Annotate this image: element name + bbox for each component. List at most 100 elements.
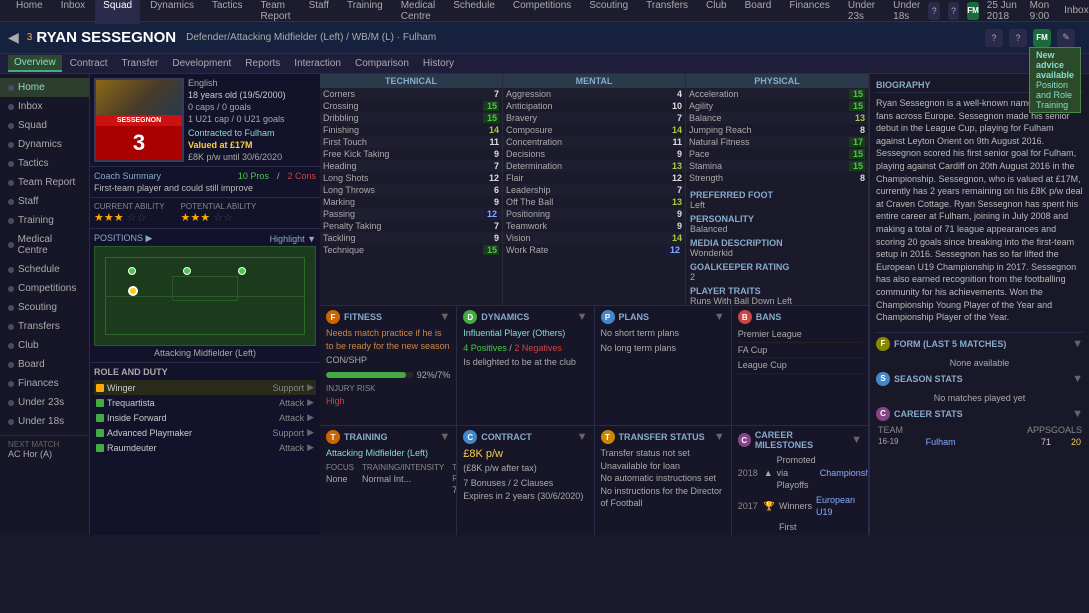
apps-col-label: APPS bbox=[1021, 425, 1051, 435]
sidebar-dot-dynamics bbox=[8, 142, 14, 148]
sidebar-u18[interactable]: Under 18s bbox=[0, 412, 89, 431]
season-expand[interactable]: ▼ bbox=[1072, 373, 1083, 385]
subnav-interaction[interactable]: Interaction bbox=[288, 56, 347, 71]
contract-content: £8K p/w (£8K p/w after tax) 7 Bonuses / … bbox=[463, 447, 587, 502]
plans-expand[interactable]: ▼ bbox=[714, 311, 725, 323]
subnav-overview[interactable]: Overview bbox=[8, 55, 62, 72]
role-item-4[interactable]: Raumdeuter Attack ▶ bbox=[94, 440, 316, 455]
fm-btn[interactable]: FM bbox=[1033, 29, 1051, 47]
current-stars-filled: ★★★ bbox=[94, 212, 124, 224]
career-stats-row: 16-19 Fulham 71 20 bbox=[876, 436, 1083, 448]
sidebar-board[interactable]: Board bbox=[0, 355, 89, 374]
nav-tactics[interactable]: Tactics bbox=[204, 0, 251, 24]
sidebar-medical[interactable]: Medical Centre bbox=[0, 230, 89, 260]
nav-transfers[interactable]: Transfers bbox=[638, 0, 696, 24]
training-expand[interactable]: ▼ bbox=[439, 431, 450, 443]
nav-u18[interactable]: Under 18s bbox=[885, 0, 928, 24]
subnav-reports[interactable]: Reports bbox=[239, 56, 286, 71]
role-item-3[interactable]: Advanced Playmaker Support ▶ bbox=[94, 425, 316, 440]
nav-training[interactable]: Training bbox=[339, 0, 391, 24]
back-btn[interactable]: ◀ bbox=[8, 29, 19, 46]
subnav-history[interactable]: History bbox=[417, 56, 460, 71]
sidebar-schedule[interactable]: Schedule bbox=[0, 260, 89, 279]
help-btn[interactable]: ? bbox=[928, 2, 939, 20]
nav-dynamics[interactable]: Dynamics bbox=[142, 0, 202, 24]
career-stats-expand[interactable]: ▼ bbox=[1072, 408, 1083, 420]
nav-finances[interactable]: Finances bbox=[781, 0, 838, 24]
role-item-0[interactable]: Winger Support ▶ bbox=[94, 380, 316, 395]
help-btn-2[interactable]: ? bbox=[1009, 29, 1027, 47]
sidebar-team-report[interactable]: Team Report bbox=[0, 173, 89, 192]
focus-label: FOCUS bbox=[326, 462, 354, 473]
contract-expand[interactable]: ▼ bbox=[577, 431, 588, 443]
traits-section: PLAYER TRAITS Runs With Ball Down Left bbox=[686, 284, 868, 305]
sidebar-label-dynamics: Dynamics bbox=[18, 139, 62, 150]
subnav-comparison[interactable]: Comparison bbox=[349, 56, 415, 71]
inbox-label[interactable]: Inbox bbox=[1064, 5, 1088, 16]
sidebar-competitions[interactable]: Competitions bbox=[0, 279, 89, 298]
nav-medical[interactable]: Medical Centre bbox=[393, 0, 443, 24]
sidebar-squad[interactable]: Squad bbox=[0, 116, 89, 135]
role-arrow-3: ▶ bbox=[307, 427, 314, 438]
role-item-1[interactable]: Trequartista Attack ▶ bbox=[94, 395, 316, 410]
sidebar-inbox[interactable]: Inbox bbox=[0, 97, 89, 116]
sidebar-finances[interactable]: Finances bbox=[0, 374, 89, 393]
nav-club[interactable]: Club bbox=[698, 0, 735, 24]
phys-attr-4: Natural Fitness17 bbox=[686, 136, 868, 148]
nav-team-report[interactable]: Team Report bbox=[253, 0, 299, 24]
form-expand[interactable]: ▼ bbox=[1072, 338, 1083, 350]
career-stats-content: TEAM APPS GOALS 16-19 Fulham 71 20 bbox=[876, 424, 1083, 448]
transfer-expand[interactable]: ▼ bbox=[714, 431, 725, 443]
edit-btn[interactable]: ✎ bbox=[1057, 29, 1075, 47]
sidebar-training[interactable]: Training bbox=[0, 211, 89, 230]
role-item-2[interactable]: Inside Forward Attack ▶ bbox=[94, 410, 316, 425]
ability-row: CURRENT ABILITY ★★★ ☆☆ POTENTIAL ABILITY… bbox=[90, 198, 320, 229]
fitness-expand[interactable]: ▼ bbox=[439, 311, 450, 323]
subnav-transfer[interactable]: Transfer bbox=[115, 56, 164, 71]
nav-competitions[interactable]: Competitions bbox=[505, 0, 579, 24]
personality-section: PERSONALITY Balanced bbox=[686, 212, 868, 236]
career-milestones-expand[interactable]: ▼ bbox=[851, 434, 862, 446]
player-nationality: English bbox=[188, 78, 316, 88]
nav-home[interactable]: Home bbox=[8, 0, 51, 24]
nav-schedule[interactable]: Schedule bbox=[445, 0, 503, 24]
sidebar-staff[interactable]: Staff bbox=[0, 192, 89, 211]
sidebar-scouting[interactable]: Scouting bbox=[0, 298, 89, 317]
nav-u23[interactable]: Under 23s bbox=[840, 0, 883, 24]
player-role-info: Defender/Attacking Midfielder (Left) / W… bbox=[186, 32, 436, 43]
sidebar-transfers[interactable]: Transfers bbox=[0, 317, 89, 336]
nav-squad[interactable]: Squad bbox=[95, 0, 140, 24]
mental-attr-7: Flair12 bbox=[503, 172, 685, 184]
dynamics-expand[interactable]: ▼ bbox=[577, 311, 588, 323]
transfer-content: Transfer status not set Unavailable for … bbox=[601, 447, 725, 510]
ban-item-2: League Cup bbox=[738, 358, 862, 374]
sidebar-club[interactable]: Club bbox=[0, 336, 89, 355]
sidebar-dynamics[interactable]: Dynamics bbox=[0, 135, 89, 154]
subnav-contract[interactable]: Contract bbox=[64, 56, 114, 71]
mental-attr-2: Bravery7 bbox=[503, 112, 685, 124]
training-content: Attacking Midfielder (Left) FOCUS None T… bbox=[326, 447, 450, 497]
plans-no-short: No short term plans bbox=[601, 327, 725, 340]
fitness-icon: F bbox=[326, 310, 340, 324]
main-layout: Home Inbox Squad Dynamics Tactics Team R… bbox=[0, 74, 1089, 535]
physical-header: PHYSICAL bbox=[686, 74, 868, 88]
sidebar-home[interactable]: Home bbox=[0, 78, 89, 97]
plans-icon: P bbox=[601, 310, 615, 324]
nav-board[interactable]: Board bbox=[737, 0, 780, 24]
current-time: Mon 9:00 bbox=[1030, 0, 1056, 22]
milestone-1: 2017🏆WinnersEuropean U19 bbox=[738, 493, 862, 520]
nav-staff[interactable]: Staff bbox=[301, 0, 337, 24]
highlight-btn[interactable]: Highlight ▼ bbox=[270, 234, 316, 244]
sidebar-dot-schedule bbox=[8, 267, 14, 273]
subnav-development[interactable]: Development bbox=[166, 56, 237, 71]
form-icon: F bbox=[876, 337, 890, 351]
role-name-0: Winger bbox=[107, 383, 270, 393]
sidebar-tactics[interactable]: Tactics bbox=[0, 154, 89, 173]
info-btn[interactable]: ? bbox=[985, 29, 1003, 47]
settings-btn[interactable]: ? bbox=[948, 2, 959, 20]
sidebar-u23[interactable]: Under 23s bbox=[0, 393, 89, 412]
player-name: RYAN SESSEGNON bbox=[36, 29, 176, 46]
nav-inbox[interactable]: Inbox bbox=[53, 0, 93, 24]
fm-logo: FM bbox=[967, 2, 979, 20]
nav-scouting[interactable]: Scouting bbox=[581, 0, 636, 24]
